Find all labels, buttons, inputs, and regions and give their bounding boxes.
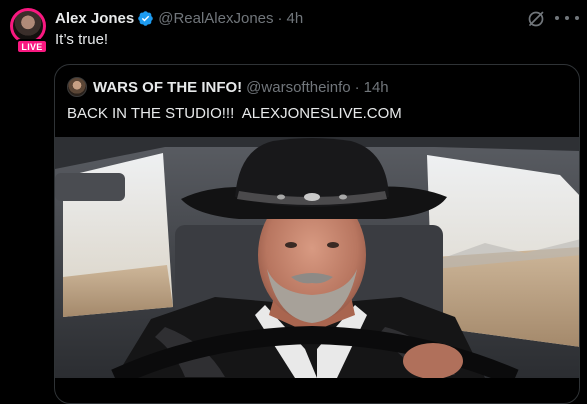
quoted-tweet[interactable]: WARS OF THE INFO! @warsoftheinfo · 14h B… <box>54 64 580 404</box>
quoted-tweet-image[interactable] <box>55 137 580 378</box>
grok-icon[interactable] <box>526 9 546 29</box>
quoted-tweet-header: WARS OF THE INFO! @warsoftheinfo · 14h <box>67 77 389 97</box>
tweet-text: It’s true! <box>55 31 109 48</box>
quoted-author-handle[interactable]: @warsoftheinfo <box>246 79 350 96</box>
quoted-author-name[interactable]: WARS OF THE INFO! <box>93 79 242 96</box>
author-handle[interactable]: @RealAlexJones <box>158 10 273 27</box>
tweet-timestamp[interactable]: 4h <box>287 10 304 27</box>
live-badge: LIVE <box>16 39 48 54</box>
tweet-header: Alex Jones @RealAlexJones · 4h <box>55 8 303 28</box>
more-options-icon[interactable] <box>555 8 579 28</box>
tweet[interactable]: LIVE Alex Jones @RealAlexJones · 4h It’s… <box>0 0 587 404</box>
separator-dot: · <box>277 9 283 27</box>
quoted-tweet-text: BACK IN THE STUDIO!!! ALEXJONESLIVE.COM <box>67 105 402 122</box>
quoted-tweet-timestamp[interactable]: 14h <box>364 79 389 96</box>
author-name[interactable]: Alex Jones <box>55 10 134 27</box>
more-dot <box>555 16 559 20</box>
author-avatar[interactable]: LIVE <box>10 8 48 54</box>
separator-dot: · <box>354 78 360 96</box>
more-dot <box>575 16 579 20</box>
quoted-author-avatar[interactable] <box>67 77 87 97</box>
more-dot <box>565 16 569 20</box>
verified-badge-icon[interactable] <box>137 10 154 27</box>
